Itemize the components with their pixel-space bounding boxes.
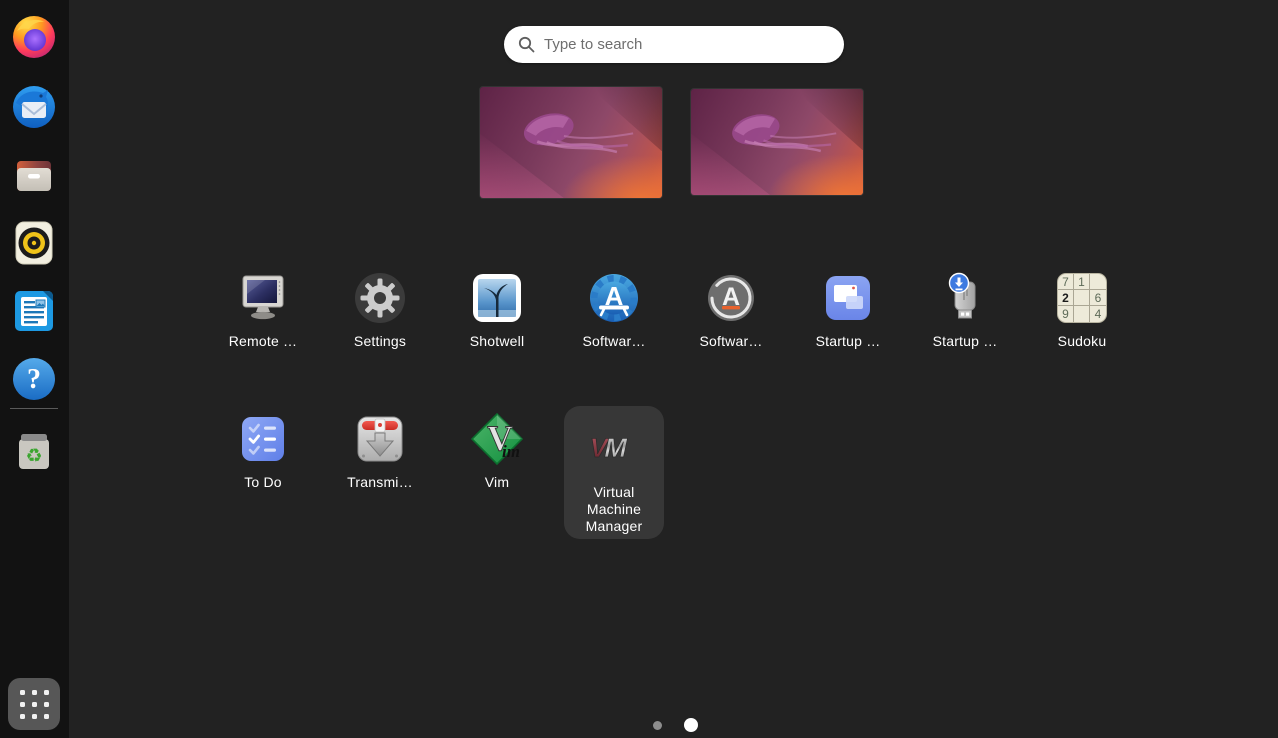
app-tile-transmission[interactable]: Transmi… xyxy=(330,411,430,490)
dock-item-rhythmbox[interactable] xyxy=(10,219,58,267)
page-dot-1[interactable] xyxy=(653,721,662,730)
app-label: Sudoku xyxy=(1058,333,1107,349)
app-label: Settings xyxy=(354,333,406,349)
app-tile-remote-desktop[interactable]: Remote … xyxy=(213,270,313,349)
rhythmbox-icon xyxy=(10,219,58,267)
remote-desktop-icon xyxy=(235,270,291,326)
app-label: Softwar… xyxy=(699,333,762,349)
dock-item-thunderbird[interactable] xyxy=(10,83,58,131)
dock-item-libreoffice-writer[interactable] xyxy=(10,287,58,335)
app-label: Vim xyxy=(485,474,509,490)
page-dot-2[interactable] xyxy=(684,718,698,732)
app-label: Startup … xyxy=(933,333,998,349)
app-tile-virtual-machine-manager[interactable]: V M Virtual Machine Manager xyxy=(564,406,664,539)
startup-disk-creator-icon xyxy=(937,270,993,326)
software-icon: A xyxy=(586,270,642,326)
jellyfish-wallpaper xyxy=(691,89,863,195)
app-label: Shotwell xyxy=(470,333,525,349)
dock-item-firefox[interactable] xyxy=(10,13,58,61)
show-apps-button[interactable] xyxy=(8,678,60,730)
svg-text:im: im xyxy=(502,442,520,461)
app-tile-settings[interactable]: Settings xyxy=(330,270,430,349)
dock: ? ♻ xyxy=(0,0,69,738)
app-tile-startup-disk-creator[interactable]: Startup … xyxy=(915,270,1015,349)
show-apps-grid-icon xyxy=(20,690,49,719)
app-tile-shotwell[interactable]: Shotwell xyxy=(447,270,547,349)
libreoffice-writer-icon xyxy=(10,287,58,335)
jellyfish-wallpaper xyxy=(480,87,662,198)
app-label: To Do xyxy=(244,474,282,490)
app-label: Transmi… xyxy=(347,474,413,490)
app-label: Remote … xyxy=(229,333,298,349)
workspace-thumbnail-1[interactable] xyxy=(480,87,662,198)
sudoku-icon: 7 1 2 6 9 4 xyxy=(1054,270,1110,326)
app-tile-software-updates[interactable]: A Softwar… xyxy=(681,270,781,349)
settings-icon xyxy=(352,270,408,326)
startup-applications-icon xyxy=(820,270,876,326)
dock-item-files[interactable] xyxy=(10,151,58,199)
dock-item-help[interactable]: ? xyxy=(10,355,58,403)
files-icon xyxy=(10,151,58,199)
shotwell-icon xyxy=(469,270,525,326)
app-tile-sudoku[interactable]: 7 1 2 6 9 4 Sudoku xyxy=(1032,270,1132,349)
workspace-thumbnail-2[interactable] xyxy=(691,89,863,195)
app-tile-todo[interactable]: To Do xyxy=(213,411,313,490)
svg-text:?: ? xyxy=(27,364,41,395)
trash-icon: ♻ xyxy=(10,425,58,473)
todo-icon xyxy=(235,411,291,467)
thunderbird-icon xyxy=(10,83,58,131)
virtual-machine-manager-icon: V M xyxy=(586,419,642,475)
transmission-icon xyxy=(352,411,408,467)
help-icon: ? xyxy=(10,355,58,403)
app-label: Virtual Machine Manager xyxy=(571,484,657,535)
recycle-symbol: ♻ xyxy=(25,446,42,467)
dock-item-trash[interactable]: ♻ xyxy=(10,425,58,473)
software-updates-icon: A xyxy=(703,270,759,326)
app-label: Startup … xyxy=(816,333,881,349)
firefox-icon xyxy=(10,13,58,61)
search-icon xyxy=(518,36,535,53)
dock-separator xyxy=(10,408,58,409)
app-tile-vim[interactable]: V im Vim xyxy=(447,411,547,490)
search-input[interactable] xyxy=(544,36,844,53)
vim-icon: V im xyxy=(469,411,525,467)
app-tile-startup-applications[interactable]: Startup … xyxy=(798,270,898,349)
search-bar[interactable] xyxy=(504,26,844,63)
app-label: Softwar… xyxy=(582,333,645,349)
app-tile-software[interactable]: A Softwar… xyxy=(564,270,664,349)
